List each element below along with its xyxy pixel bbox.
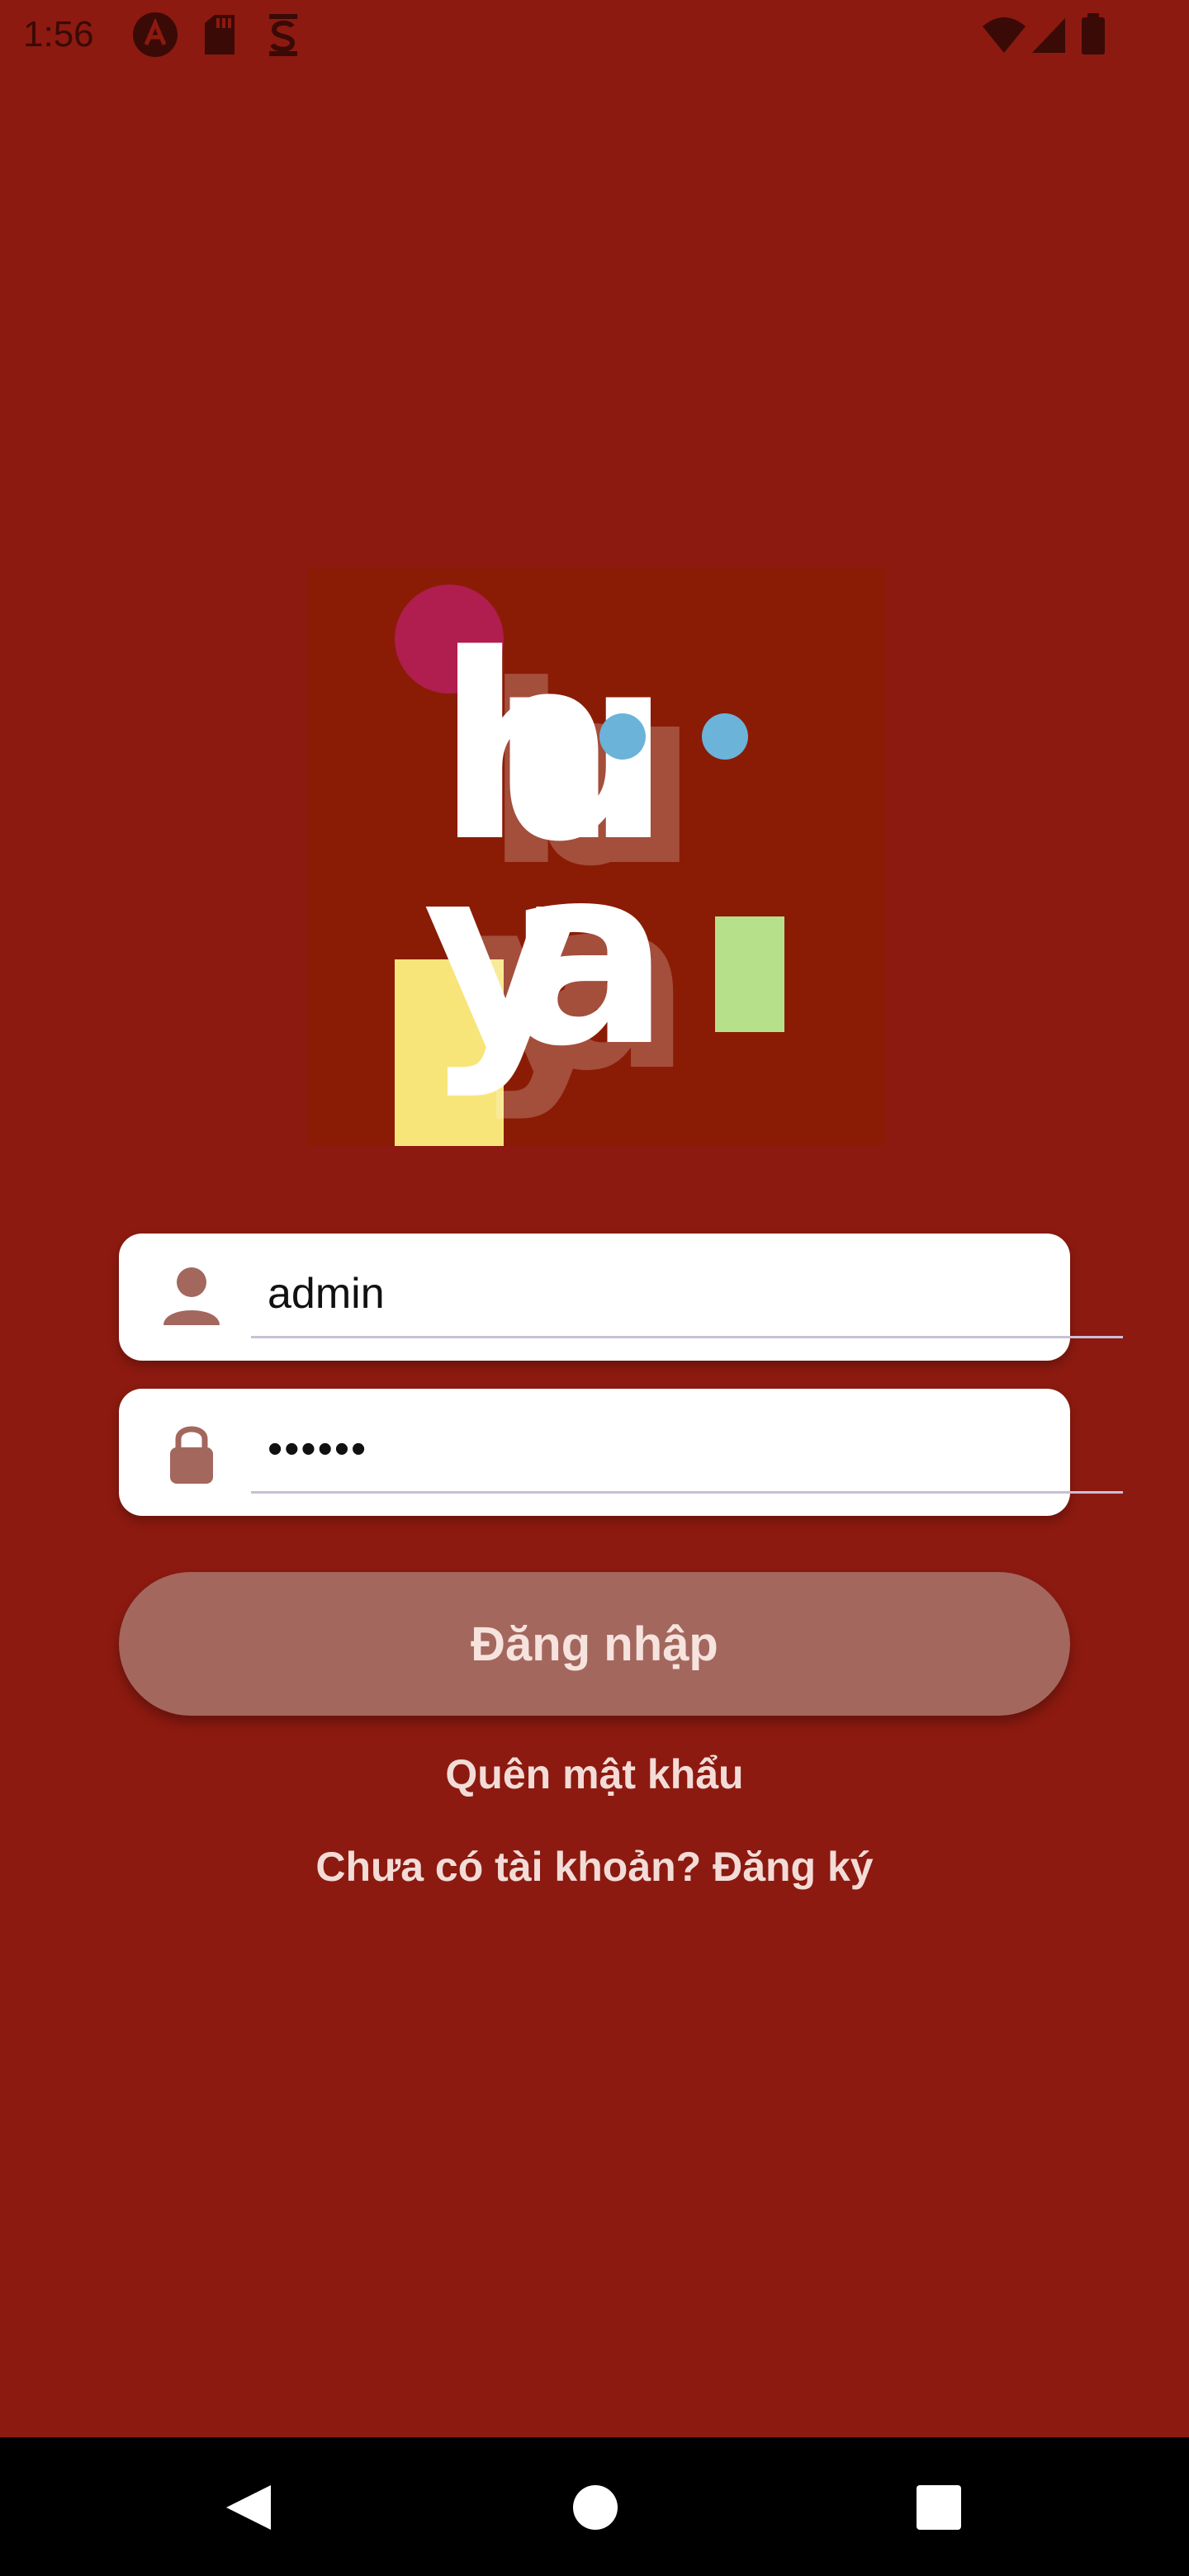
app-a-icon bbox=[133, 12, 178, 57]
person-icon bbox=[163, 1267, 220, 1325]
username-input[interactable] bbox=[251, 1250, 994, 1338]
logo-graphic: hu ya hu ya bbox=[307, 568, 885, 1146]
battery-icon bbox=[1082, 13, 1105, 54]
forgot-password-link[interactable]: Quên mật khẩu bbox=[0, 1750, 1189, 1798]
lock-icon bbox=[170, 1426, 213, 1484]
sd-card-icon bbox=[205, 15, 234, 54]
app-logo: hu ya hu ya bbox=[307, 568, 885, 1146]
status-bar: 1:56 bbox=[0, 0, 1189, 69]
password-underline bbox=[251, 1491, 1123, 1494]
back-icon[interactable] bbox=[220, 2479, 277, 2536]
login-button[interactable]: Đăng nhập bbox=[119, 1572, 1070, 1716]
signal-icon bbox=[1032, 18, 1065, 53]
password-input[interactable] bbox=[251, 1405, 994, 1493]
password-field[interactable] bbox=[119, 1389, 1123, 1516]
recents-icon[interactable] bbox=[910, 2479, 968, 2536]
signup-link[interactable]: Chưa có tài khoản? Đăng ký bbox=[0, 1843, 1189, 1891]
navigation-bar bbox=[0, 2437, 1189, 2576]
username-underline bbox=[251, 1336, 1123, 1338]
logo-text-bottom: ya bbox=[423, 812, 670, 1101]
wifi-icon bbox=[983, 17, 1026, 53]
home-icon[interactable] bbox=[566, 2479, 624, 2536]
username-field[interactable] bbox=[119, 1234, 1123, 1361]
s-icon bbox=[269, 14, 297, 56]
status-time: 1:56 bbox=[23, 14, 94, 54]
